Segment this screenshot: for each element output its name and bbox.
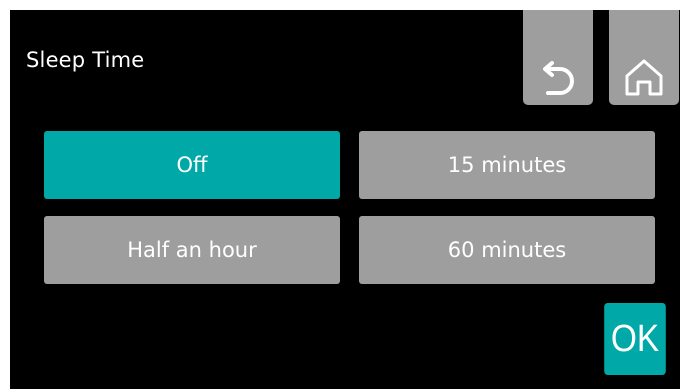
option-label: Off [176, 153, 208, 177]
option-half-an-hour[interactable]: Half an hour [44, 216, 340, 284]
undo-arrow-icon [538, 61, 578, 97]
option-label: 60 minutes [447, 238, 567, 262]
ok-button[interactable]: OK [604, 303, 666, 375]
option-label: Half an hour [127, 238, 257, 262]
option-off[interactable]: Off [44, 131, 340, 199]
back-button[interactable] [523, 10, 593, 105]
home-icon [623, 57, 665, 97]
sleep-time-screen: Sleep Time Off 15 minutes Half an hour 6… [10, 10, 680, 389]
option-60-minutes[interactable]: 60 minutes [359, 216, 655, 284]
option-label: 15 minutes [447, 153, 567, 177]
page-title: Sleep Time [26, 48, 145, 72]
option-15-minutes[interactable]: 15 minutes [359, 131, 655, 199]
home-button[interactable] [609, 10, 679, 105]
